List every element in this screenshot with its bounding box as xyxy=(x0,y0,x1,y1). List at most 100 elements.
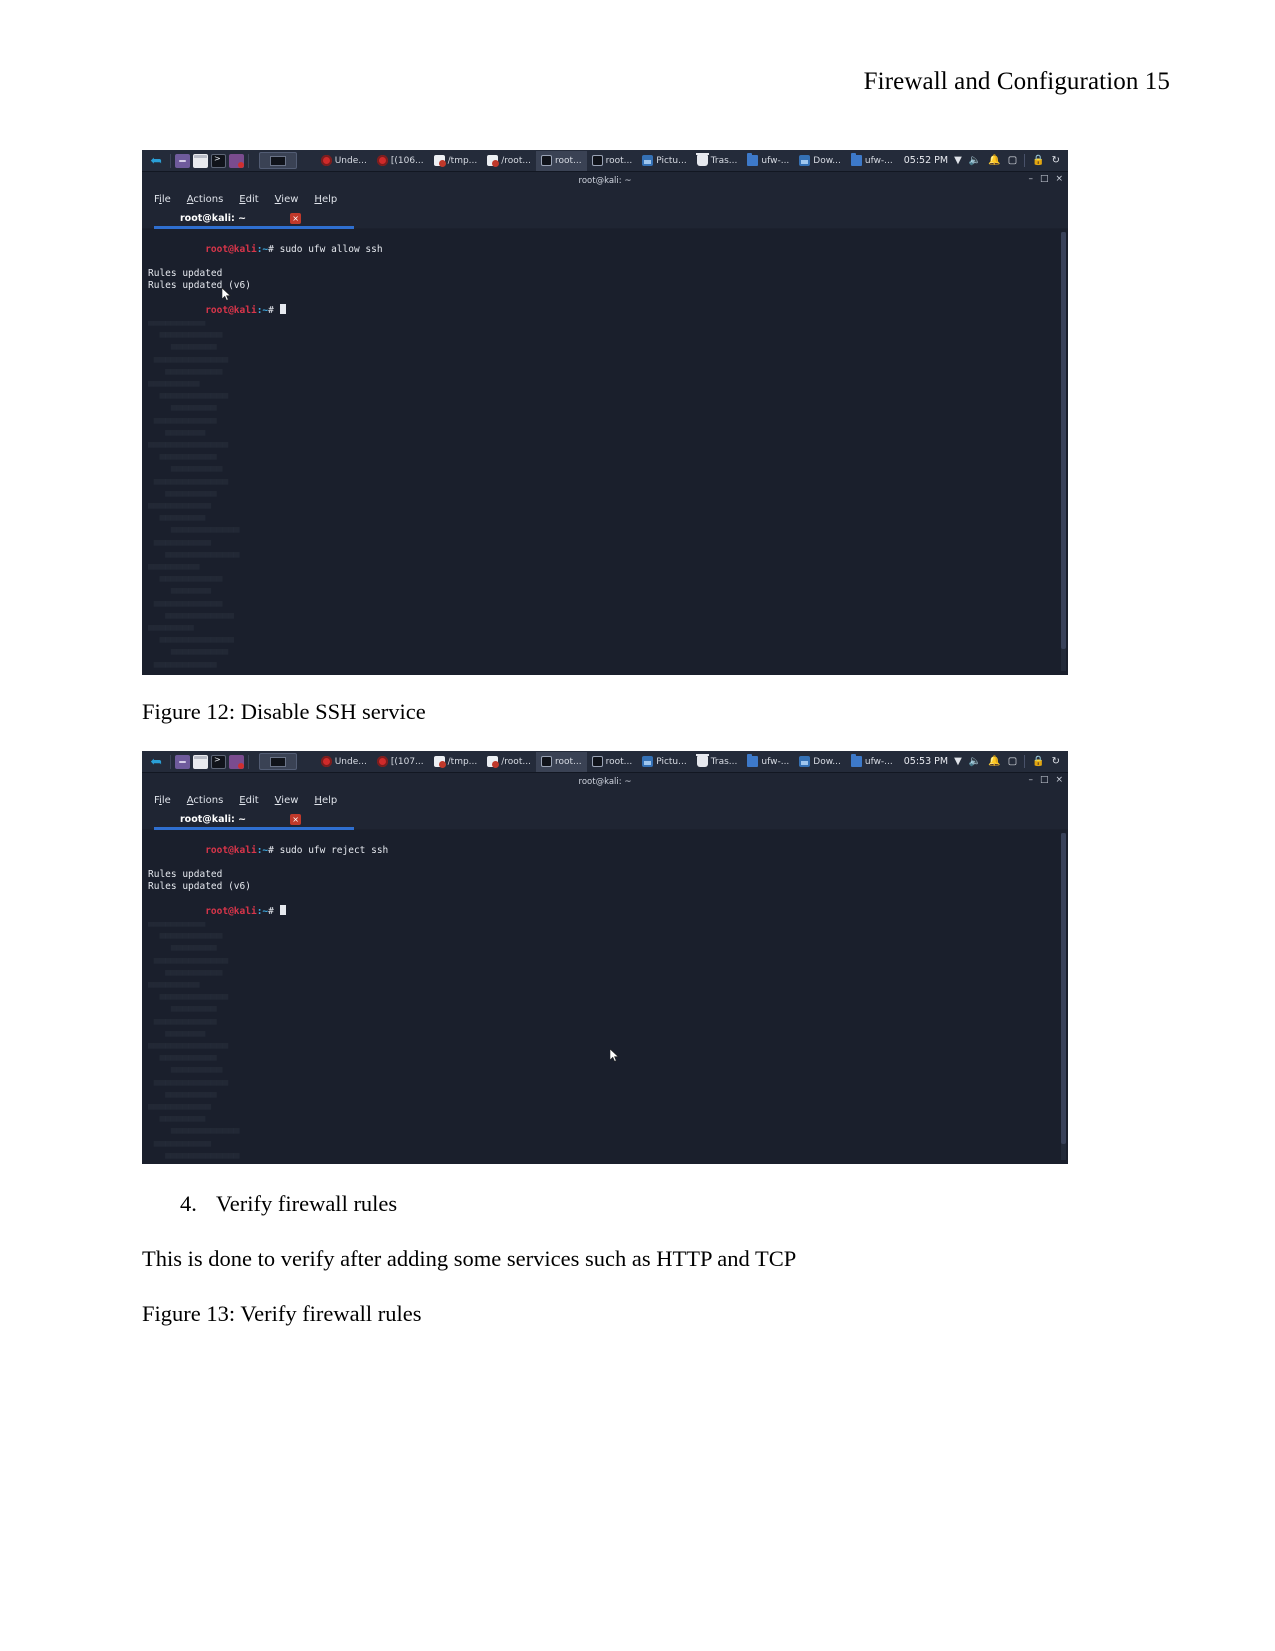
unknown-icon[interactable]: ▢ xyxy=(1008,756,1017,767)
taskbar-item[interactable]: Pictu... xyxy=(637,151,692,171)
app-icon[interactable] xyxy=(229,754,244,769)
taskbar-item[interactable]: Tras... xyxy=(692,752,743,772)
active-window-thumbnail[interactable] xyxy=(259,753,297,770)
menu-item[interactable]: Edit xyxy=(239,795,258,806)
taskbar-item[interactable]: ufw-... xyxy=(742,752,794,772)
taskbar-item-label: ufw-... xyxy=(864,155,893,166)
taskbar-item[interactable]: [(107... xyxy=(372,752,429,772)
terminal-tab[interactable]: root@kali: ~ × xyxy=(176,212,305,225)
taskbar-item[interactable]: ufw-... xyxy=(846,151,898,171)
menu-item[interactable]: File xyxy=(154,194,171,205)
app-icon[interactable] xyxy=(229,153,244,168)
taskbar-item[interactable]: ufw-... xyxy=(846,752,898,772)
scrollbar-thumb[interactable] xyxy=(1061,833,1066,1144)
taskbar-item[interactable]: /tmp... xyxy=(429,752,483,772)
prompt-symbol: # xyxy=(268,845,280,856)
minimize-button[interactable]: – xyxy=(1028,175,1033,184)
menu-bar: File Actions Edit View Help xyxy=(142,790,1068,810)
power-icon[interactable]: ↻ xyxy=(1052,155,1060,166)
volume-icon[interactable]: 🔈 xyxy=(969,155,981,166)
minimize-button[interactable]: – xyxy=(1028,776,1033,785)
taskbar-item[interactable]: /tmp... xyxy=(429,151,483,171)
terminal-icon[interactable] xyxy=(211,754,226,769)
menu-item[interactable]: Help xyxy=(314,795,337,806)
menu-item[interactable]: Edit xyxy=(239,194,258,205)
notification-bell-icon[interactable]: 🔔 xyxy=(988,155,1000,166)
power-icon[interactable]: ↻ xyxy=(1052,756,1060,767)
folder-icon xyxy=(850,754,862,767)
lock-icon[interactable]: 🔒 xyxy=(1032,155,1044,166)
body-paragraph: This is done to verify after adding some… xyxy=(142,1246,797,1271)
window-title: root@kali: ~ xyxy=(578,776,632,787)
vertical-scrollbar[interactable] xyxy=(1061,232,1066,671)
taskbar-item[interactable]: root... xyxy=(587,752,638,772)
terminal-emulator-icon[interactable] xyxy=(175,754,190,769)
terminal-output[interactable]: ▀▀▀▀▀▀▀▀▀▀ ▀▀▀▀▀▀▀▀▀▀▀ ▀▀▀▀▀▀▀▀ ▀▀▀▀▀▀▀▀… xyxy=(142,830,1068,1164)
menu-item[interactable]: Actions xyxy=(187,795,224,806)
clock[interactable]: 05:53 PM xyxy=(898,756,954,767)
network-icon[interactable]: ▼ xyxy=(954,155,962,166)
file-manager-icon[interactable] xyxy=(193,754,208,769)
lock-icon[interactable]: 🔒 xyxy=(1032,756,1044,767)
image-icon xyxy=(642,155,654,166)
menu-item[interactable]: View xyxy=(275,194,299,205)
taskbar-item[interactable]: root... xyxy=(587,151,638,171)
prompt-user: root@kali xyxy=(205,845,257,856)
active-window-thumbnail[interactable] xyxy=(259,152,297,169)
launcher-group xyxy=(175,153,244,168)
taskbar-item-label: Unde... xyxy=(334,756,367,767)
menu-item[interactable]: View xyxy=(275,795,299,806)
taskbar-item[interactable]: root... xyxy=(535,150,587,171)
text-cursor xyxy=(279,905,286,915)
terminal-output[interactable]: ▀▀▀▀▀▀▀▀▀▀ ▀▀▀▀▀▀▀▀▀▀▀ ▀▀▀▀▀▀▀▀ ▀▀▀▀▀▀▀▀… xyxy=(142,229,1068,675)
terminal-icon[interactable] xyxy=(211,153,226,168)
terminal-tab[interactable]: root@kali: ~ × xyxy=(176,813,305,826)
terminal-emulator-icon[interactable] xyxy=(175,153,190,168)
scrollbar-thumb[interactable] xyxy=(1061,232,1066,650)
taskbar-item[interactable]: Unde... xyxy=(316,752,372,772)
window-controls: – □ × xyxy=(1028,776,1063,785)
prompt-user: root@kali xyxy=(205,305,257,316)
menu-item[interactable]: Help xyxy=(314,194,337,205)
taskbar-item[interactable]: root... xyxy=(535,751,587,772)
file-manager-icon[interactable] xyxy=(193,153,208,168)
kali-dragon-icon[interactable]: ➦ xyxy=(146,152,166,170)
menu-item[interactable]: Actions xyxy=(187,194,224,205)
vertical-scrollbar[interactable] xyxy=(1061,833,1066,1160)
taskbar-item-label: [(107... xyxy=(390,756,424,767)
kali-dragon-icon[interactable]: ➦ xyxy=(146,753,166,771)
network-icon[interactable]: ▼ xyxy=(954,756,962,767)
document-page: Firewall and Configuration 15 ➦ Unde... [… xyxy=(0,0,1275,1651)
taskbar-item-label: /root... xyxy=(501,155,531,166)
prompt-user: root@kali xyxy=(205,906,257,917)
close-button[interactable]: × xyxy=(1055,175,1063,184)
taskbar-item[interactable]: ufw-... xyxy=(742,151,794,171)
taskbar-item-label: Pictu... xyxy=(656,155,687,166)
unknown-icon[interactable]: ▢ xyxy=(1008,155,1017,166)
taskbar-item[interactable]: [(106... xyxy=(372,151,429,171)
taskbar-item[interactable]: Dow... xyxy=(794,752,846,772)
maximize-button[interactable]: □ xyxy=(1040,175,1049,184)
taskbar-item[interactable]: Unde... xyxy=(316,151,372,171)
taskbar-item[interactable]: Dow... xyxy=(794,151,846,171)
close-button[interactable]: × xyxy=(1055,776,1063,785)
trash-icon xyxy=(695,153,709,166)
notification-bell-icon[interactable]: 🔔 xyxy=(988,756,1000,767)
taskbar-item[interactable]: Tras... xyxy=(692,151,743,171)
taskbar-item[interactable]: Pictu... xyxy=(637,752,692,772)
terminal-command-line: root@kali:~# sudo ufw allow ssh xyxy=(148,232,1068,268)
taskbar-item[interactable]: /root... xyxy=(482,752,536,772)
tab-label: root@kali: ~ xyxy=(180,814,247,825)
taskbar-item[interactable]: /root... xyxy=(482,151,536,171)
taskbar-item-label: root... xyxy=(554,155,582,166)
close-icon[interactable]: × xyxy=(290,814,302,825)
clock[interactable]: 05:52 PM xyxy=(898,155,954,166)
close-icon[interactable]: × xyxy=(290,213,302,224)
menu-item[interactable]: File xyxy=(154,795,171,806)
list-number: 4. xyxy=(180,1191,197,1216)
menu-bar: File Actions Edit View Help xyxy=(142,189,1068,209)
maximize-button[interactable]: □ xyxy=(1040,776,1049,785)
taskbar-item-label: root... xyxy=(605,756,633,767)
command-text: sudo ufw allow ssh xyxy=(279,244,383,255)
volume-icon[interactable]: 🔈 xyxy=(969,756,981,767)
